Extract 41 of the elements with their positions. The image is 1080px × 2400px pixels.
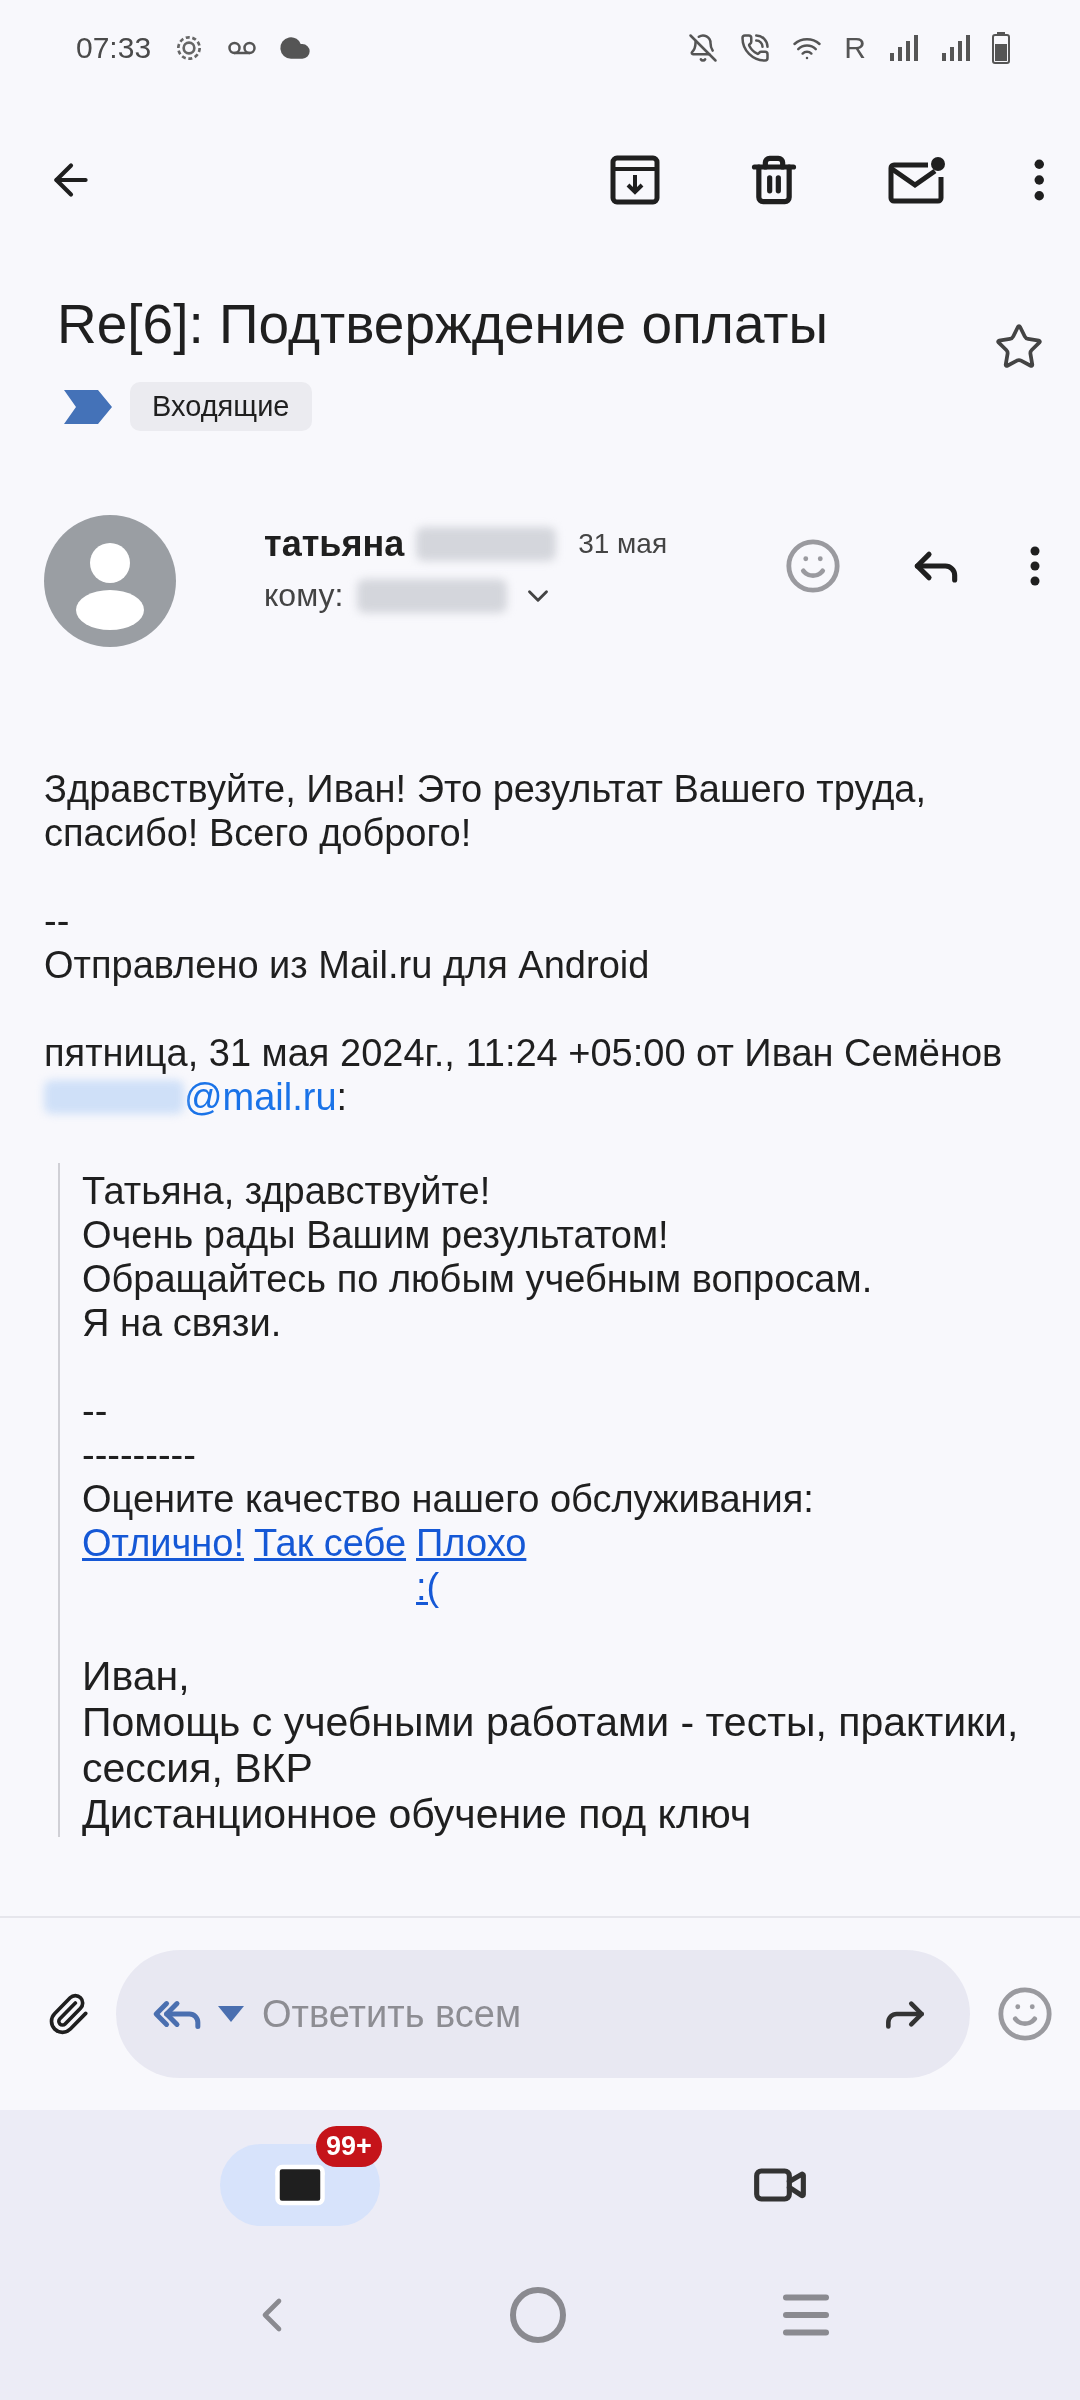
more-button[interactable] [1033,159,1044,201]
reply-all-field[interactable]: Ответить всем [260,1991,864,2037]
smiley-icon [784,537,842,595]
message-text: Татьяна, здравствуйте! Очень рады Вашим результатом! Обращайтесь по любым учебным вопросам. Я на связи. [82,1169,874,1345]
rating-link[interactable]: Так себе [254,1521,406,1565]
sender-name: татьяна [264,523,405,565]
signal-icon [940,33,970,63]
status-time: 07:33 [76,31,152,65]
message-text: -- --------- Оцените качество нашего обслуживания: [82,1389,815,1521]
battery-icon [992,32,1010,64]
label-importance-icon [64,389,112,424]
message-text: -- Отправлено из Mail.ru для Android [44,899,651,987]
mail-unread-icon [887,155,946,205]
unread-badge: 99+ [316,2126,382,2167]
recipient-label: кому: [264,577,344,614]
emoji-button[interactable] [996,1985,1054,2043]
home-button[interactable] [508,2285,568,2345]
label-chip[interactable]: Входящие [130,382,312,431]
more-icon [1030,546,1040,586]
email-subject: Re[6]: Подтверждение оплаты [57,292,829,357]
attribution-text: пятница, 31 мая 2024г., 11:24 +05:00 от Иван Семёнов [44,1031,1004,1075]
emoji-reaction-button[interactable] [784,537,842,595]
archive-button[interactable] [609,155,660,205]
smiley-icon [996,1985,1054,2043]
email-link[interactable]: @mail.ru [184,1075,337,1119]
rating-link[interactable]: Отлично! [82,1521,244,1565]
message-more-button[interactable] [1030,546,1040,586]
mute-icon [688,33,719,63]
rating-link[interactable]: Плохо :( [416,1521,527,1609]
home-icon [508,2285,568,2345]
roaming-text: R [844,31,866,65]
dropdown-icon [218,2006,244,2022]
email-date: 31 мая [578,528,668,560]
more-icon [1033,159,1044,201]
colon-text: : [336,1075,348,1119]
archive-icon [609,155,660,205]
signal-icon [888,33,918,63]
signature-text: Иван, Помощь с учебными работами - тесты, практики, сессия, ВКР Дистанционное обучение под ключ [82,1653,1020,1837]
message-text: Здравствуйте, Иван! Это результат Вашего труда, спасибо! Всего доброго! [44,767,927,855]
call-icon [740,33,771,63]
mark-unread-button[interactable] [887,155,946,205]
